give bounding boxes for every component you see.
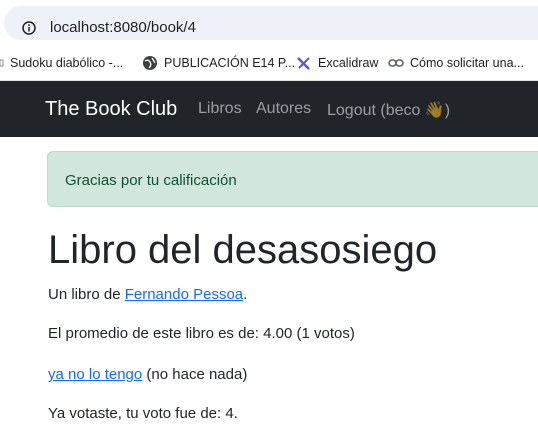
globe-icon xyxy=(143,56,157,70)
bookmark-como-solicitar[interactable]: Cómo solicitar una... xyxy=(388,54,524,72)
site-navbar: The Book Club Libros Autores Logout (bec… xyxy=(0,81,538,137)
bookmark-excalidraw[interactable]: Excalidraw xyxy=(296,54,378,72)
site-info-icon[interactable] xyxy=(22,21,36,35)
no-lo-tengo-link[interactable]: ya no lo tengo xyxy=(48,366,142,383)
link-icon xyxy=(388,59,404,67)
bookmark-publicacion[interactable]: PUBLICACIÓN E14 P... xyxy=(142,54,295,72)
action-note: (no hace nada) xyxy=(142,366,248,383)
bookmark-sudoku[interactable]: Sudoku diabólico -... xyxy=(0,54,123,72)
author-suffix: . xyxy=(243,286,248,303)
url-field[interactable]: localhost:8080/book/4 xyxy=(4,6,538,40)
success-alert: Gracias por tu calificación xyxy=(47,151,538,207)
bookmark-label: PUBLICACIÓN E14 P... xyxy=(164,56,296,70)
author-prefix: Un libro de xyxy=(48,286,125,303)
author-link[interactable]: Fernando Pessoa xyxy=(125,286,243,303)
vote-status-text: Ya votaste, tu voto fue de: 4. xyxy=(48,405,238,422)
author-line: Un libro de Fernando Pessoa. xyxy=(48,286,247,303)
action-line: ya no lo tengo (no hace nada) xyxy=(48,366,247,383)
url-text: localhost:8080/book/4 xyxy=(50,19,196,36)
average-rating-text: El promedio de este libro es de: 4.00 (1… xyxy=(48,325,355,342)
page-icon xyxy=(0,59,4,67)
bookmark-label: Cómo solicitar una... xyxy=(410,56,524,70)
alert-message: Gracias por tu calificación xyxy=(65,172,237,189)
bookmarks-bar: Sudoku diabólico -... PUBLICACIÓN E14 P.… xyxy=(0,46,538,81)
nav-link-autores[interactable]: Autores xyxy=(256,100,311,118)
nav-link-libros[interactable]: Libros xyxy=(198,100,242,118)
bookmark-label: Excalidraw xyxy=(318,56,379,70)
excalidraw-icon xyxy=(297,57,310,70)
bookmark-label: Sudoku diabólico -... xyxy=(10,56,124,70)
navbar-brand[interactable]: The Book Club xyxy=(45,98,177,121)
browser-address-bar: localhost:8080/book/4 xyxy=(0,0,538,46)
book-title: Libro del desasosiego xyxy=(48,228,438,272)
nav-link-logout[interactable]: Logout (beco 👋) xyxy=(327,100,450,120)
